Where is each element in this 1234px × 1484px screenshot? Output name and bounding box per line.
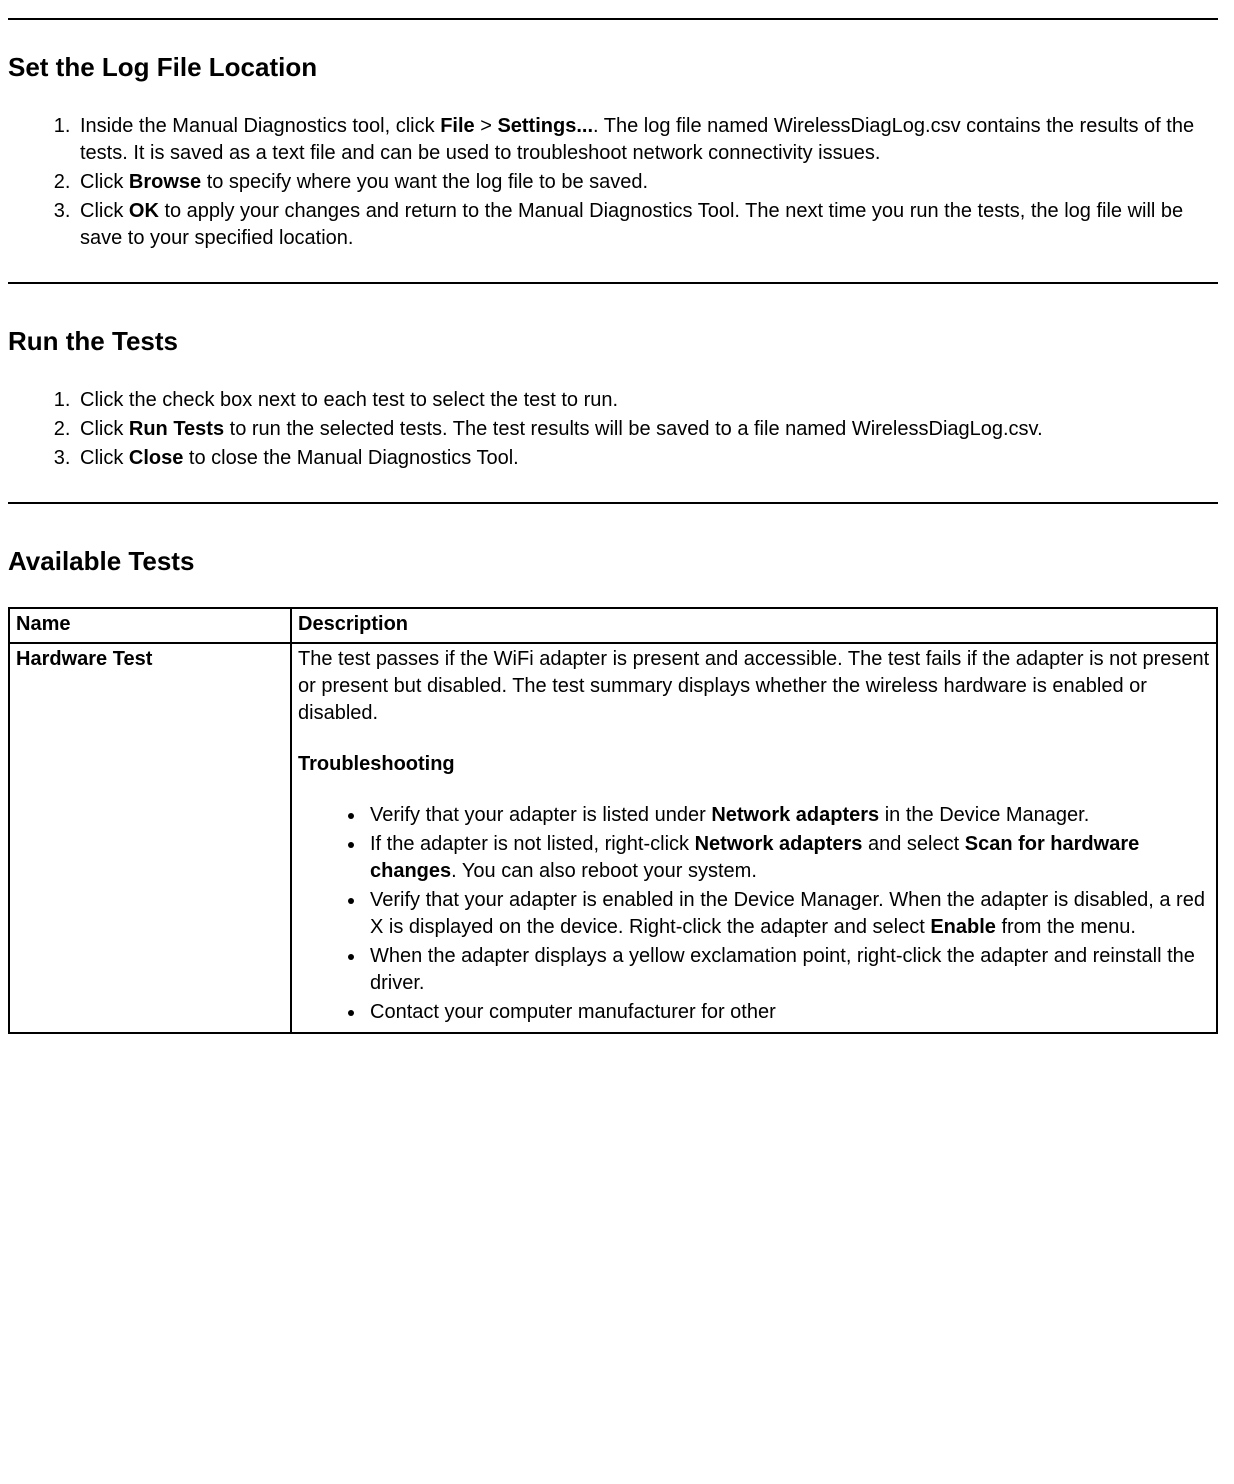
bold-text: OK [129,200,159,222]
text: Click the check box next to each test to… [80,389,618,411]
section-divider [8,502,1218,504]
text: Click [80,418,129,440]
list-item: Inside the Manual Diagnostics tool, clic… [76,113,1218,167]
text: Verify that your adapter is listed under [370,804,711,826]
text: When the adapter displays a yellow excla… [370,945,1195,994]
text: to close the Manual Diagnostics Tool. [183,447,518,469]
list-item: Verify that your adapter is listed under… [366,802,1210,829]
list-item: Click Browse to specify where you want t… [76,169,1218,196]
text: Click [80,171,129,193]
table-header-row: Name Description [9,608,1217,643]
list-item: Click Run Tests to run the selected test… [76,416,1218,443]
section-heading-log-file: Set the Log File Location [8,50,1218,85]
text: to apply your changes and return to the … [80,200,1183,249]
text: If the adapter is not listed, right-clic… [370,833,695,855]
test-desc-cell: The test passes if the WiFi adapter is p… [291,643,1217,1033]
test-description: The test passes if the WiFi adapter is p… [298,646,1210,727]
text: Inside the Manual Diagnostics tool, clic… [80,115,440,137]
text: Contact your computer manufacturer for o… [370,1001,776,1023]
run-tests-steps: Click the check box next to each test to… [8,387,1218,472]
test-name-cell: Hardware Test [9,643,291,1033]
table-row: Hardware Test The test passes if the WiF… [9,643,1217,1033]
list-item: If the adapter is not listed, right-clic… [366,831,1210,885]
available-tests-table: Name Description Hardware Test The test … [8,607,1218,1034]
troubleshooting-list: Verify that your adapter is listed under… [298,802,1210,1026]
table-header-desc: Description [291,608,1217,643]
bold-text: Network adapters [711,804,879,826]
text: to specify where you want the log file t… [201,171,648,193]
section-divider [8,282,1218,284]
list-item: Click OK to apply your changes and retur… [76,198,1218,252]
bold-text: Settings... [497,115,593,137]
text: > [475,115,498,137]
text: Click [80,200,129,222]
top-divider [8,18,1218,20]
troubleshooting-title: Troubleshooting [298,751,1210,778]
text: and select [862,833,964,855]
log-file-steps: Inside the Manual Diagnostics tool, clic… [8,113,1218,252]
text: from the menu. [996,916,1136,938]
text: to run the selected tests. The test resu… [224,418,1043,440]
list-item: Verify that your adapter is enabled in t… [366,887,1210,941]
table-header-name: Name [9,608,291,643]
bold-text: Close [129,447,183,469]
bold-text: File [440,115,474,137]
list-item: Click the check box next to each test to… [76,387,1218,414]
bold-text: Network adapters [695,833,863,855]
list-item: Contact your computer manufacturer for o… [366,999,1210,1026]
section-heading-available-tests: Available Tests [8,544,1218,579]
text: Click [80,447,129,469]
text: . You can also reboot your system. [451,860,757,882]
list-item: Click Close to close the Manual Diagnost… [76,445,1218,472]
section-heading-run-tests: Run the Tests [8,324,1218,359]
bold-text: Enable [930,916,996,938]
bold-text: Run Tests [129,418,224,440]
list-item: When the adapter displays a yellow excla… [366,943,1210,997]
text: in the Device Manager. [879,804,1089,826]
bold-text: Browse [129,171,201,193]
